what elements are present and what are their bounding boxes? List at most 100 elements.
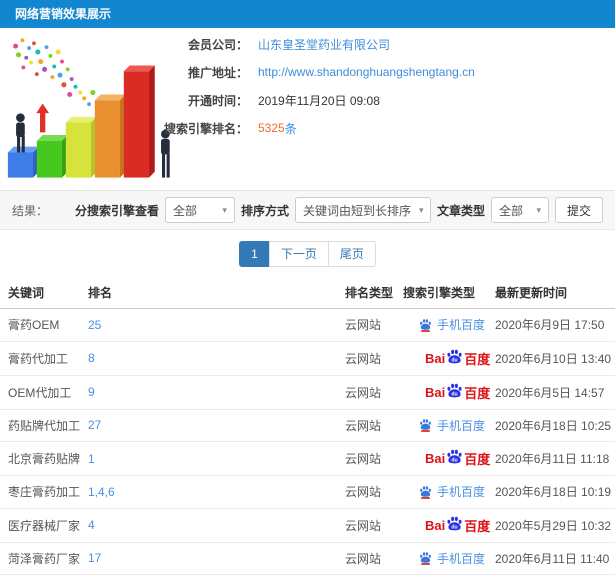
rank-link[interactable]: 9	[88, 385, 95, 399]
baidu-paw-icon: du	[447, 516, 462, 530]
update-time-cell: 2020年6月18日 10:25	[487, 409, 615, 442]
chevron-down-icon: ▾	[418, 204, 424, 215]
result-label: 结果：	[12, 203, 49, 218]
rank-link[interactable]: 27	[88, 418, 101, 432]
table-row: 菏泽膏药厂家 17 云网站 手机百度 2020年6月11日 11:40	[0, 542, 615, 575]
baidu-logo: Bai du 百度	[425, 383, 490, 402]
col-keyword: 关键词	[0, 277, 80, 309]
engine-cell: Bai du 百度	[395, 441, 490, 476]
table-row: 膏药代加工 8 云网站 Bai du 百度 2020年6月10日 13:40	[0, 341, 615, 376]
rank-type-cell: 云网站	[337, 508, 395, 543]
col-update-time: 最新更新时间	[487, 277, 615, 309]
baidu-logo: Bai du 百度	[425, 516, 490, 535]
chevron-down-icon: ▾	[222, 204, 227, 215]
promo-url-label: 推广地址：	[187, 65, 248, 80]
promo-url-link[interactable]: http://www.shandonghuangshengtang.cn	[258, 65, 475, 79]
company-info-section: 会员公司： 山东皇圣堂药业有限公司 推广地址： http://www.shand…	[0, 28, 615, 190]
chevron-down-icon: ▾	[536, 204, 541, 215]
table-row: 药贴牌代加工 27 云网站 手机百度 2020年6月18日 10:25	[0, 409, 615, 442]
engine-filter-select[interactable]: 全部 ▾	[164, 197, 235, 223]
mobile-baidu-logo: 手机百度	[419, 316, 485, 333]
bar-green	[36, 135, 68, 178]
open-time-row: 开通时间： 2019年11月20日 09:08	[148, 86, 475, 114]
rank-link[interactable]: 25	[88, 318, 101, 332]
rank-cell: 9	[80, 375, 337, 410]
update-time-cell: 2020年6月11日 11:40	[487, 542, 615, 575]
engine-cell: Bai du 百度	[395, 375, 490, 410]
engine-filter-value: 全部	[172, 203, 197, 218]
table-row: 膏药OEM 25 云网站 手机百度 2020年6月9日 17:50	[0, 308, 615, 342]
mobile-baidu-logo: 手机百度	[419, 550, 485, 567]
table-row: OEM代加工 9 云网站 Bai du 百度 2020年6月5日 14:57	[0, 375, 615, 410]
engine-rank-row: 搜索引擎排名： 5325 条	[148, 114, 475, 142]
paw-underline	[421, 430, 430, 432]
svg-text:du: du	[452, 458, 458, 464]
keyword-cell: 膏药OEM	[0, 308, 80, 342]
rank-link[interactable]: 4	[88, 518, 95, 532]
col-engine-type: 搜索引擎类型	[395, 277, 487, 309]
baidu-paw-icon	[420, 318, 431, 330]
businessman-left	[16, 113, 25, 153]
mobile-baidu-label: 手机百度	[437, 318, 486, 332]
rank-cell: 27	[80, 409, 337, 442]
bar-orange	[94, 94, 126, 178]
svg-text:du: du	[452, 524, 458, 530]
update-time-cell: 2020年6月11日 11:18	[487, 441, 615, 476]
filter-bar: 结果： 分搜索引擎查看 全部 ▾ 排序方式 关键词由短到长排序 ▾ 文章类型 全…	[0, 190, 615, 230]
update-time-cell: 2020年6月5日 14:57	[487, 375, 615, 410]
engine-cell: 手机百度	[395, 409, 487, 442]
keyword-cell: 膏药代加工	[0, 341, 80, 376]
mobile-baidu-label: 手机百度	[437, 551, 486, 566]
page-title: 网络营销效果展示	[15, 7, 112, 21]
baidu-paw-icon: du	[447, 449, 462, 464]
rank-link[interactable]: 17	[88, 551, 101, 565]
baidu-logo: Bai du 百度	[425, 349, 490, 368]
member-company-row: 会员公司： 山东皇圣堂药业有限公司	[148, 30, 475, 58]
pagination: 1 下一页 尾页	[0, 241, 615, 267]
pagination-last-page[interactable]: 尾页	[327, 241, 376, 267]
rank-type-cell: 云网站	[337, 375, 395, 410]
table-row: 北京膏药贴牌 1 云网站 Bai du 百度 2020年6月11日 11:18	[0, 441, 615, 476]
up-arrow-icon	[33, 100, 52, 134]
pagination-page-1[interactable]: 1	[239, 241, 270, 267]
pagination-next-page[interactable]: 下一页	[268, 241, 329, 267]
paw-underline	[421, 329, 430, 332]
confetti-dots	[13, 38, 96, 107]
sort-filter-select[interactable]: 关键词由短到长排序 ▾	[294, 197, 431, 223]
rank-type-cell: 云网站	[337, 308, 395, 342]
bar-yellow	[65, 116, 97, 178]
rank-cell: 8	[80, 341, 337, 376]
engine-cell: Bai du 百度	[395, 508, 490, 543]
rank-cell: 4	[80, 508, 337, 543]
engine-rank-unit: 条	[284, 121, 297, 136]
keyword-cell: 医疗器械厂家	[0, 508, 80, 543]
baidu-paw-icon: du	[447, 383, 462, 397]
rank-cell: 1	[80, 441, 337, 476]
submit-button[interactable]: 提交	[554, 197, 603, 223]
member-company-label: 会员公司：	[187, 37, 248, 52]
rank-link[interactable]: 8	[88, 351, 95, 365]
engine-filter-label: 分搜索引擎查看	[74, 203, 159, 218]
keyword-cell: 北京膏药贴牌	[0, 441, 80, 476]
results-table: 关键词 排名 排名类型 搜索引擎类型 最新更新时间 膏药OEM 25 云网站 手机百度…	[0, 277, 615, 575]
rank-cell: 1,4,6	[80, 475, 337, 509]
update-time-cell: 2020年6月10日 13:40	[487, 341, 615, 376]
engine-cell: Bai du 百度	[395, 341, 490, 376]
baidu-paw-icon	[420, 485, 431, 497]
rank-type-cell: 云网站	[337, 409, 395, 442]
page-header: 网络营销效果展示	[0, 0, 615, 28]
engine-cell: 手机百度	[395, 308, 487, 342]
rank-cell: 25	[80, 308, 337, 342]
paw-underline	[421, 563, 430, 565]
sort-filter-value: 关键词由短到长排序	[302, 203, 411, 218]
col-rank: 排名	[80, 277, 337, 309]
mobile-baidu-logo: 手机百度	[419, 483, 485, 500]
member-company-link[interactable]: 山东皇圣堂药业有限公司	[258, 36, 390, 53]
rank-link[interactable]: 1	[88, 452, 95, 466]
rank-link[interactable]: 1,4,6	[88, 485, 115, 499]
article-type-select[interactable]: 全部 ▾	[490, 197, 549, 223]
update-time-cell: 2020年6月9日 17:50	[487, 308, 615, 342]
engine-rank-count: 5325	[258, 121, 285, 135]
update-time-cell: 2020年5月29日 10:32	[487, 508, 615, 543]
open-time-label: 开通时间：	[187, 93, 248, 108]
